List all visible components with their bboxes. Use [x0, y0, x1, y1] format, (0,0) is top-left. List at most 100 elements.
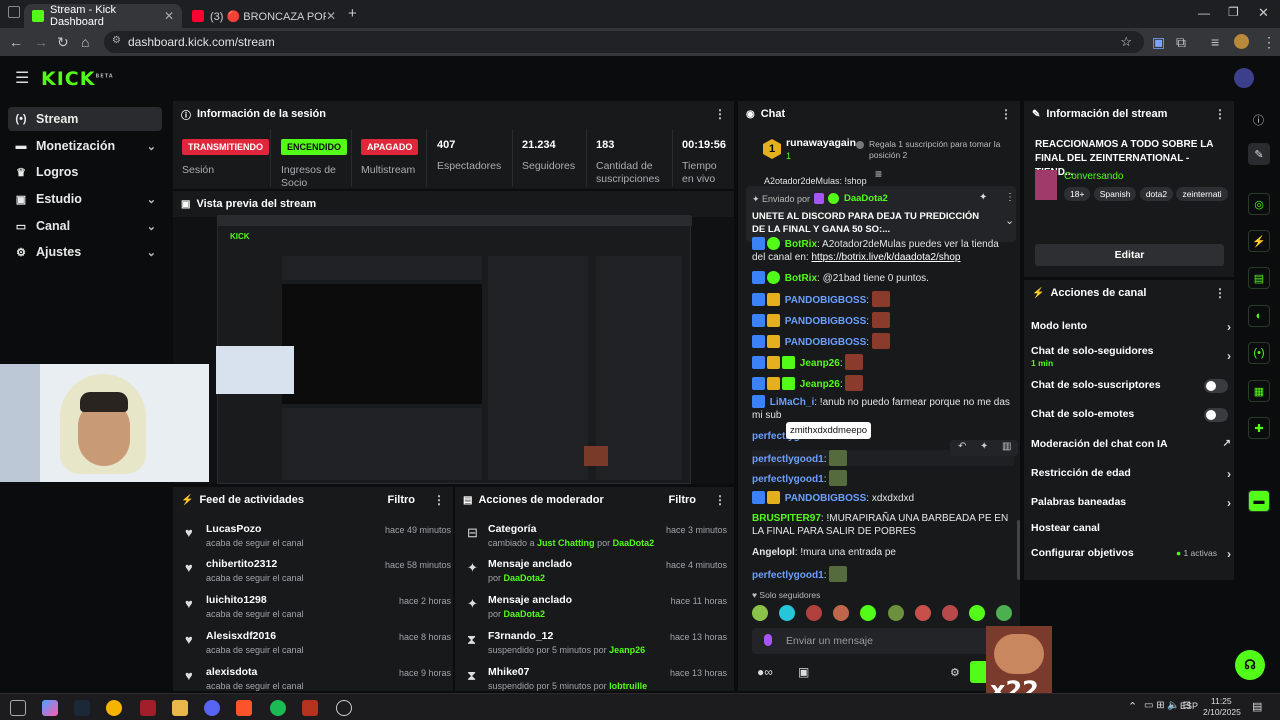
clock-date[interactable]: 2/10/2025 [1203, 707, 1241, 717]
sidebar-item-ajustes[interactable]: ⚙ Ajustes ⌄ [8, 240, 162, 264]
chat-username[interactable]: PANDOBIGBOSS [785, 316, 867, 327]
clock-time[interactable]: 11:25 [1211, 696, 1232, 706]
chat-input[interactable]: Enviar un mensaje [752, 628, 992, 654]
emote-icon[interactable] [860, 605, 877, 621]
wrench-icon[interactable]: ✚ [1248, 417, 1270, 439]
filter-button[interactable]: Filtro [669, 494, 697, 506]
pinned-user[interactable]: DaaDota2 [844, 193, 888, 204]
tray-chevron-icon[interactable]: ⌃ [1128, 700, 1137, 713]
chat-username[interactable]: PANDOBIGBOSS [785, 295, 867, 306]
gift-box-icon[interactable]: ▣ [798, 665, 809, 679]
hamburger-menu-icon[interactable]: ☰ [15, 68, 29, 88]
tab-youtube[interactable]: (3) 🔴 BRONCAZA POR EL ZEIN ✕ [184, 4, 344, 28]
broadcast-rail-icon[interactable]: (•) [1248, 342, 1270, 364]
brave-icon[interactable] [236, 700, 252, 716]
sidebar-item-logros[interactable]: ♛ Logros [8, 160, 162, 184]
sidebar-item-estudio[interactable]: ▣ Estudio ⌄ [8, 187, 162, 211]
preview-video[interactable]: KICK [216, 215, 692, 484]
layout-icon[interactable]: ▦ [1248, 380, 1270, 402]
pin-icon[interactable]: ✦ [979, 192, 987, 203]
emote-icon[interactable] [752, 605, 768, 621]
clapper-icon[interactable]: ▬ [1248, 490, 1270, 512]
emote-icon[interactable] [914, 605, 931, 621]
lightning-rail-icon[interactable]: ⚡ [1248, 230, 1270, 252]
window-close-icon[interactable]: ✕ [1258, 5, 1269, 21]
follower-name[interactable]: chibertito2312 [206, 558, 277, 570]
chevron-down-icon[interactable]: ⌄ [1005, 214, 1014, 227]
chat-username[interactable]: BotRix [785, 273, 817, 284]
extensions-icon[interactable]: ⧉ [1176, 34, 1186, 51]
sidebar-item-stream[interactable]: (•) Stream [8, 107, 162, 131]
back-icon[interactable]: ← [9, 34, 23, 50]
emote-icon[interactable] [779, 605, 796, 621]
points-icon[interactable]: ●∞ [757, 665, 773, 679]
gear-icon[interactable]: ⚙ [950, 666, 960, 679]
more-options-icon[interactable]: ⋮ [714, 107, 726, 121]
chat-username[interactable]: BRUSPITER97 [752, 513, 821, 524]
bookmark-star-icon[interactable]: ☆ [1120, 34, 1132, 50]
delete-icon[interactable]: ▥ [1002, 441, 1011, 452]
follower-name[interactable]: LucasPozo [206, 523, 261, 535]
follower-name[interactable]: Alesisxdf2016 [206, 630, 276, 642]
forward-icon[interactable]: → [34, 34, 48, 50]
chat-username[interactable]: PANDOBIGBOSS [785, 493, 867, 504]
edit-rail-icon[interactable]: ✎ [1248, 143, 1270, 165]
close-icon[interactable]: ✕ [326, 9, 336, 23]
translate-icon[interactable]: ▣ [1152, 34, 1165, 51]
chat-username[interactable]: LiMaCh_i [770, 397, 814, 408]
chat-username[interactable]: BotRix [785, 239, 817, 250]
filter-button[interactable]: Filtro [388, 494, 416, 506]
emote-icon[interactable] [995, 605, 1012, 621]
profile-avatar[interactable] [1234, 34, 1249, 49]
copilot-icon[interactable] [42, 700, 58, 716]
notes-icon[interactable]: ▤ [1248, 267, 1270, 289]
more-options-icon[interactable]: ⋮ [714, 493, 726, 507]
pin-icon[interactable]: ✦ [980, 441, 988, 452]
chat-rail-icon[interactable]: ◐ [1248, 305, 1270, 327]
chrome-icon[interactable] [106, 700, 122, 716]
emotes-only-toggle[interactable] [1204, 408, 1228, 422]
browser-menu-icon[interactable]: ⋮ [1262, 34, 1276, 51]
sidebar-item-monetizacion[interactable]: ▬ Monetización ⌄ [8, 134, 162, 158]
action-slow-mode[interactable]: Modo lento › [1031, 320, 1231, 334]
notifications-icon[interactable]: ▤ [1252, 700, 1262, 713]
more-options-icon[interactable]: ⋮ [1005, 192, 1015, 203]
chat-username[interactable]: Jeanp26 [800, 358, 840, 369]
home-icon[interactable]: ⌂ [81, 34, 89, 50]
action-goals[interactable]: Configurar objetivos ● 1 activas › [1031, 547, 1231, 561]
category-name[interactable]: Conversando [1064, 171, 1123, 182]
media-icon[interactable]: ≡ [1211, 34, 1219, 50]
follower-name[interactable]: luichito1298 [206, 594, 267, 606]
chat-username[interactable]: PANDOBIGBOSS [785, 337, 867, 348]
action-banned-words[interactable]: Palabras baneadas › [1031, 496, 1231, 510]
emote-icon[interactable] [941, 605, 958, 621]
mic-icon[interactable] [764, 634, 772, 646]
more-options-icon[interactable]: ⋮ [1000, 107, 1012, 121]
more-options-icon[interactable]: ⋮ [1214, 107, 1226, 121]
discord-icon[interactable] [204, 700, 220, 716]
follower-name[interactable]: alexisdota [206, 666, 257, 678]
collapse-icon[interactable]: ≡ [875, 167, 882, 181]
steam-icon[interactable] [74, 700, 90, 716]
close-icon[interactable]: ✕ [164, 9, 174, 23]
widgets-icon[interactable] [10, 700, 26, 716]
emote-icon[interactable] [806, 605, 823, 621]
restore-icon[interactable]: ❐ [1228, 5, 1239, 19]
site-info-icon[interactable]: ⚙ [112, 35, 121, 46]
chat-link[interactable]: https://botrix.live/k/daadota2/shop [812, 252, 961, 263]
gift-leader-name[interactable]: runawayagain [786, 137, 856, 149]
dota-icon[interactable] [302, 700, 318, 716]
minimize-icon[interactable]: — [1198, 6, 1210, 20]
folder-icon[interactable] [172, 700, 188, 716]
edit-button[interactable]: Editar [1035, 244, 1224, 266]
spotify-icon[interactable] [270, 700, 286, 716]
chat-username[interactable]: Jeanp26 [800, 379, 840, 390]
chat-username[interactable]: perfectlygood1 [752, 474, 824, 485]
action-age-restriction[interactable]: Restricción de edad › [1031, 467, 1231, 481]
chat-scrollbar[interactable] [1017, 520, 1020, 580]
sidebar-item-canal[interactable]: ▭ Canal ⌄ [8, 214, 162, 238]
more-options-icon[interactable]: ⋮ [1214, 286, 1226, 300]
emote-icon[interactable] [887, 605, 904, 621]
emote-icon[interactable] [833, 605, 850, 621]
chat-username[interactable]: Angelopl [752, 547, 795, 558]
